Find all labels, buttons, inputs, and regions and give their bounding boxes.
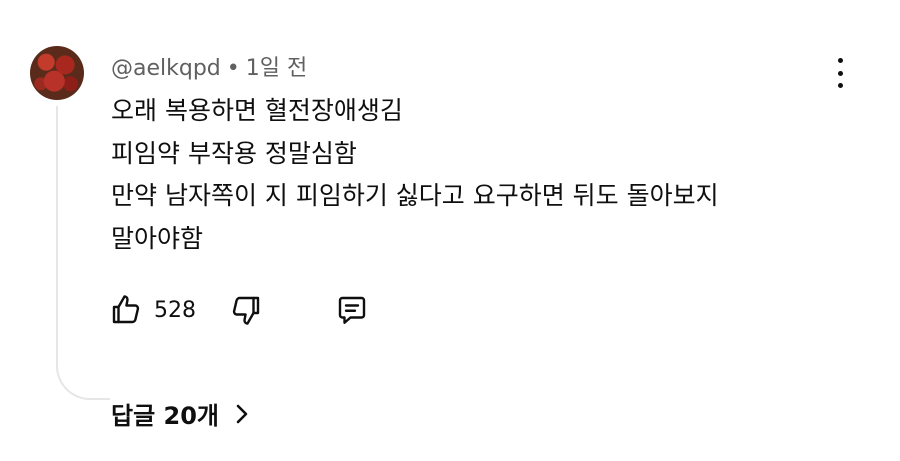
comment-text: 오래 복용하면 혈전장애생김 피임약 부작용 정말심함 만약 남자쪽이 지 피임… <box>111 90 831 260</box>
comment-actions: 528 <box>108 290 370 330</box>
like-count: 528 <box>154 297 196 323</box>
thumbs-down-icon <box>232 296 260 325</box>
comment-line: 만약 남자쪽이 지 피임하기 싫다고 요구하면 뒤도 돌아보지 <box>111 181 719 210</box>
avatar[interactable] <box>30 46 84 100</box>
dislike-button[interactable] <box>228 292 264 328</box>
reply-button[interactable] <box>334 292 370 328</box>
comment-meta: @aelkqpd • 1일 전 <box>111 50 307 82</box>
username[interactable]: @aelkqpd <box>111 56 221 81</box>
thumbs-up-icon <box>112 295 140 324</box>
meta-separator: • <box>226 56 240 81</box>
replies-label: 답글 20개 <box>111 402 219 430</box>
replies-toggle[interactable]: 답글 20개 <box>111 396 251 431</box>
comment-line: 말아야함 <box>111 223 204 253</box>
more-options-button[interactable] <box>830 58 850 88</box>
timestamp: 1일 전 <box>245 56 308 81</box>
comment-line: 피임약 부작용 정말심함 <box>111 138 357 168</box>
like-button[interactable] <box>108 292 144 328</box>
thread-line <box>56 106 110 400</box>
more-vert-icon <box>837 58 843 63</box>
chevron-right-icon <box>233 403 251 425</box>
comment-line: 오래 복용하면 혈전장애생김 <box>111 96 403 125</box>
comment-icon <box>338 296 366 324</box>
